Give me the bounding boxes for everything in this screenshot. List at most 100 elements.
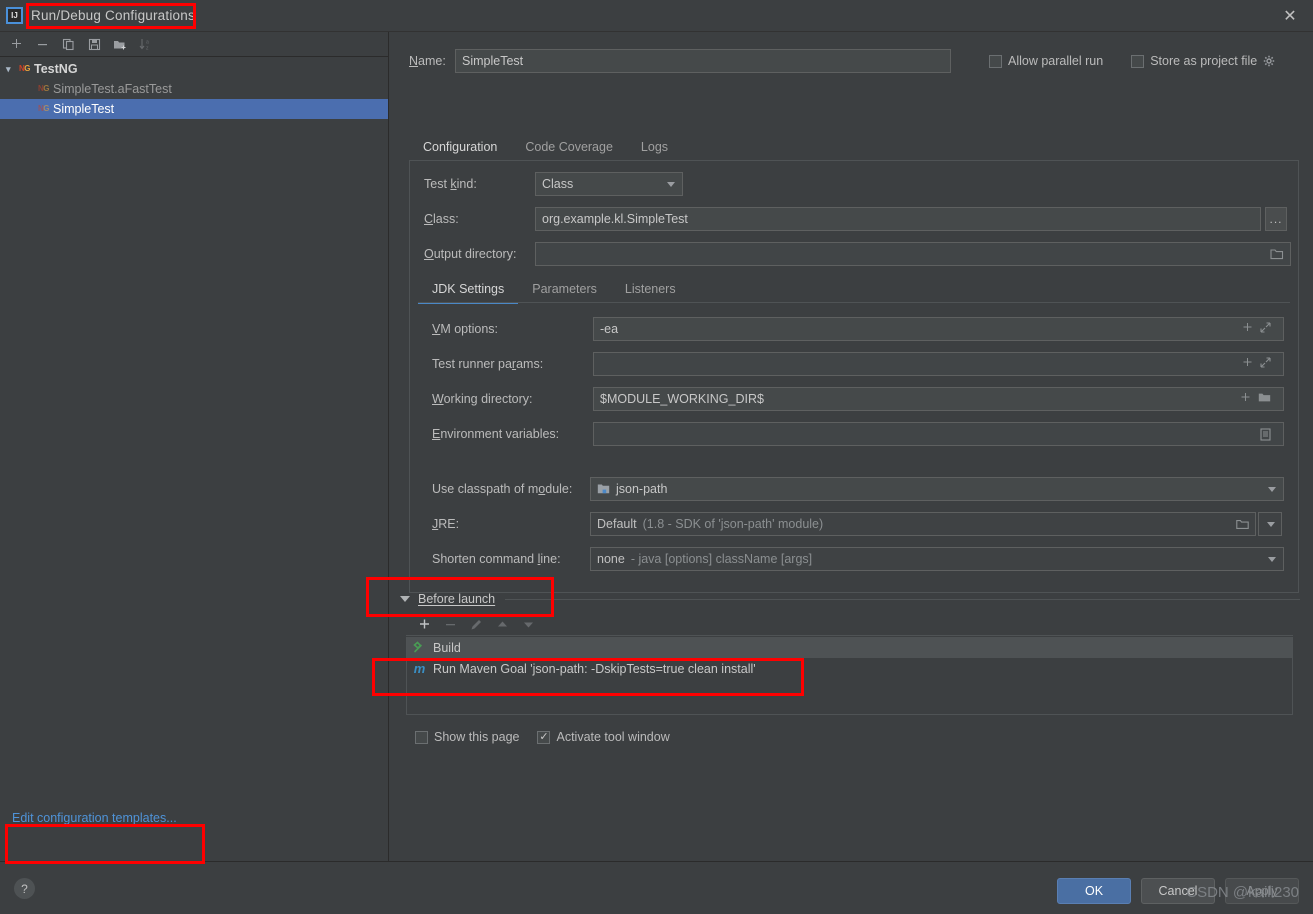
folder-icon[interactable] — [1270, 248, 1284, 260]
add-configuration-button[interactable] — [4, 33, 28, 55]
run-debug-configurations-dialog: IJ Run/Debug Configurations ✕ a z ▾ N G … — [0, 0, 1313, 914]
expand-editor-icon[interactable] — [1260, 357, 1271, 371]
tree-group-label: TestNG — [34, 62, 78, 76]
module-value: json-path — [616, 482, 668, 496]
checkbox-box[interactable] — [989, 54, 1002, 68]
test-kind-label: Test kind: — [424, 177, 477, 191]
class-browse-button[interactable]: ... — [1265, 207, 1287, 231]
copy-configuration-button[interactable] — [56, 33, 80, 55]
ok-button[interactable]: OK — [1057, 878, 1131, 904]
jre-label: JRE: — [432, 517, 460, 531]
gear-icon[interactable] — [1263, 55, 1276, 68]
working-directory-input[interactable]: $MODULE_WORKING_DIR$ — [593, 387, 1284, 411]
class-label: Class: — [424, 212, 459, 226]
vm-options-row: VM options: -ea — [432, 317, 1284, 341]
expand-editor-icon[interactable] — [1260, 322, 1271, 336]
svg-text:z: z — [146, 45, 149, 51]
test-runner-params-row: Test runner params: — [432, 352, 1284, 376]
working-directory-label: Working directory: — [432, 392, 533, 406]
test-runner-params-input[interactable] — [593, 352, 1284, 376]
vm-options-input[interactable]: -ea — [593, 317, 1284, 341]
output-directory-input[interactable] — [535, 242, 1291, 266]
test-kind-value: Class — [542, 177, 574, 191]
jre-folder-icon[interactable] — [1236, 519, 1251, 530]
tab-configuration[interactable]: Configuration — [409, 140, 512, 162]
sub-tab-jdk-settings[interactable]: JDK Settings — [418, 282, 519, 304]
title-bar: IJ Run/Debug Configurations ✕ — [0, 0, 1313, 32]
chevron-down-icon[interactable] — [1268, 556, 1276, 562]
before-launch-header[interactable]: Before launch — [400, 589, 1300, 609]
tree-group-testng[interactable]: ▾ NG TestNG — [0, 59, 388, 79]
chevron-down-icon[interactable] — [1268, 486, 1276, 492]
checkbox-box[interactable] — [537, 730, 551, 744]
class-row: Class: org.example.kl.SimpleTest ... — [424, 207, 1287, 231]
configuration-sub-tabs: JDK Settings Parameters Listeners — [418, 274, 1288, 304]
environment-variables-input[interactable] — [593, 422, 1284, 446]
module-select[interactable]: json-path — [590, 477, 1284, 501]
sub-tab-parameters[interactable]: Parameters — [518, 282, 611, 304]
before-launch-task-maven[interactable]: m Run Maven Goal 'json-path: -DskipTests… — [407, 658, 1292, 679]
before-launch-task-label: Build — [433, 640, 461, 655]
show-this-page-checkbox[interactable]: Show this page — [415, 730, 519, 744]
sort-configurations-button[interactable]: a z — [134, 33, 158, 55]
remove-configuration-button[interactable] — [30, 33, 54, 55]
tab-code-coverage[interactable]: Code Coverage — [511, 140, 627, 162]
store-as-project-file-checkbox[interactable]: Store as project file — [1131, 54, 1276, 68]
vm-options-label: VM options: — [432, 322, 499, 336]
jre-dropdown-button[interactable] — [1258, 512, 1282, 536]
checkbox-box[interactable] — [415, 730, 428, 744]
chevron-down-icon[interactable] — [667, 181, 675, 187]
close-icon[interactable]: ✕ — [1267, 0, 1313, 31]
sidebar-toolbar: a z — [0, 32, 388, 57]
test-kind-select[interactable]: Class — [535, 172, 683, 196]
class-input[interactable]: org.example.kl.SimpleTest — [535, 207, 1261, 231]
move-task-down-button[interactable] — [516, 614, 540, 636]
checkbox-box[interactable] — [1131, 54, 1145, 68]
use-classpath-of-module-row: Use classpath of module: json-path — [432, 477, 1284, 501]
save-configuration-button[interactable] — [82, 33, 106, 55]
configurations-tree: ▾ NG TestNG NG SimpleTest.aFastTest NG S… — [0, 57, 388, 119]
testng-icon: NG — [38, 84, 50, 93]
working-directory-row: Working directory: $MODULE_WORKING_DIR$ — [432, 387, 1284, 411]
move-to-folder-button[interactable] — [108, 33, 132, 55]
before-launch-task-list: Build m Run Maven Goal 'json-path: -Dski… — [406, 637, 1293, 715]
bottom-options: Show this page Activate tool window — [415, 730, 670, 744]
intellij-logo-icon: IJ — [6, 7, 23, 24]
help-button[interactable]: ? — [14, 878, 35, 899]
jre-select[interactable]: Default (1.8 - SDK of 'json-path' module… — [590, 512, 1256, 536]
shorten-command-line-select[interactable]: none - java [options] className [args] — [590, 547, 1284, 571]
add-before-launch-task-button[interactable] — [412, 614, 436, 636]
before-launch-task-build[interactable]: Build — [407, 637, 1292, 658]
shorten-command-line-value: none — [597, 552, 625, 566]
jre-hint: (1.8 - SDK of 'json-path' module) — [642, 517, 824, 531]
edit-configuration-templates-link[interactable]: Edit configuration templates... — [12, 811, 177, 825]
insert-macro-icon[interactable] — [1242, 322, 1253, 336]
tree-item-simpletest-afasttest[interactable]: NG SimpleTest.aFastTest — [0, 79, 388, 99]
tree-item-label: SimpleTest.aFastTest — [53, 82, 172, 96]
env-vars-browse-icon[interactable] — [1260, 427, 1277, 441]
chevron-down-icon[interactable]: ▾ — [6, 64, 19, 75]
allow-parallel-run-checkbox[interactable]: Allow parallel run — [989, 54, 1103, 68]
environment-variables-label: Environment variables: — [432, 427, 560, 441]
tree-item-simpletest[interactable]: NG SimpleTest — [0, 99, 388, 119]
insert-macro-icon[interactable] — [1242, 357, 1253, 371]
shorten-command-line-hint: - java [options] className [args] — [630, 552, 813, 566]
move-task-up-button[interactable] — [490, 614, 514, 636]
before-launch-separator — [505, 598, 1300, 600]
environment-variables-row: Environment variables: — [432, 422, 1284, 446]
use-classpath-of-module-label: Use classpath of module: — [432, 482, 573, 496]
name-input[interactable]: SimpleTest — [455, 49, 951, 73]
collapse-triangle-icon[interactable] — [400, 596, 410, 602]
remove-before-launch-task-button[interactable] — [438, 614, 462, 636]
edit-before-launch-task-button[interactable] — [464, 614, 488, 636]
activate-tool-window-checkbox[interactable]: Activate tool window — [537, 730, 670, 744]
test-runner-params-field-actions — [1242, 357, 1277, 371]
watermark: CSDN @kaili230 — [1186, 884, 1299, 901]
insert-macro-icon[interactable] — [1240, 392, 1251, 406]
folder-icon[interactable] — [1258, 392, 1271, 406]
tab-logs[interactable]: Logs — [627, 140, 682, 162]
sub-tab-listeners[interactable]: Listeners — [611, 282, 690, 304]
name-row: Name: SimpleTest Allow parallel run Stor… — [409, 48, 1299, 74]
module-icon — [597, 483, 610, 495]
chevron-down-icon[interactable] — [1267, 521, 1275, 527]
